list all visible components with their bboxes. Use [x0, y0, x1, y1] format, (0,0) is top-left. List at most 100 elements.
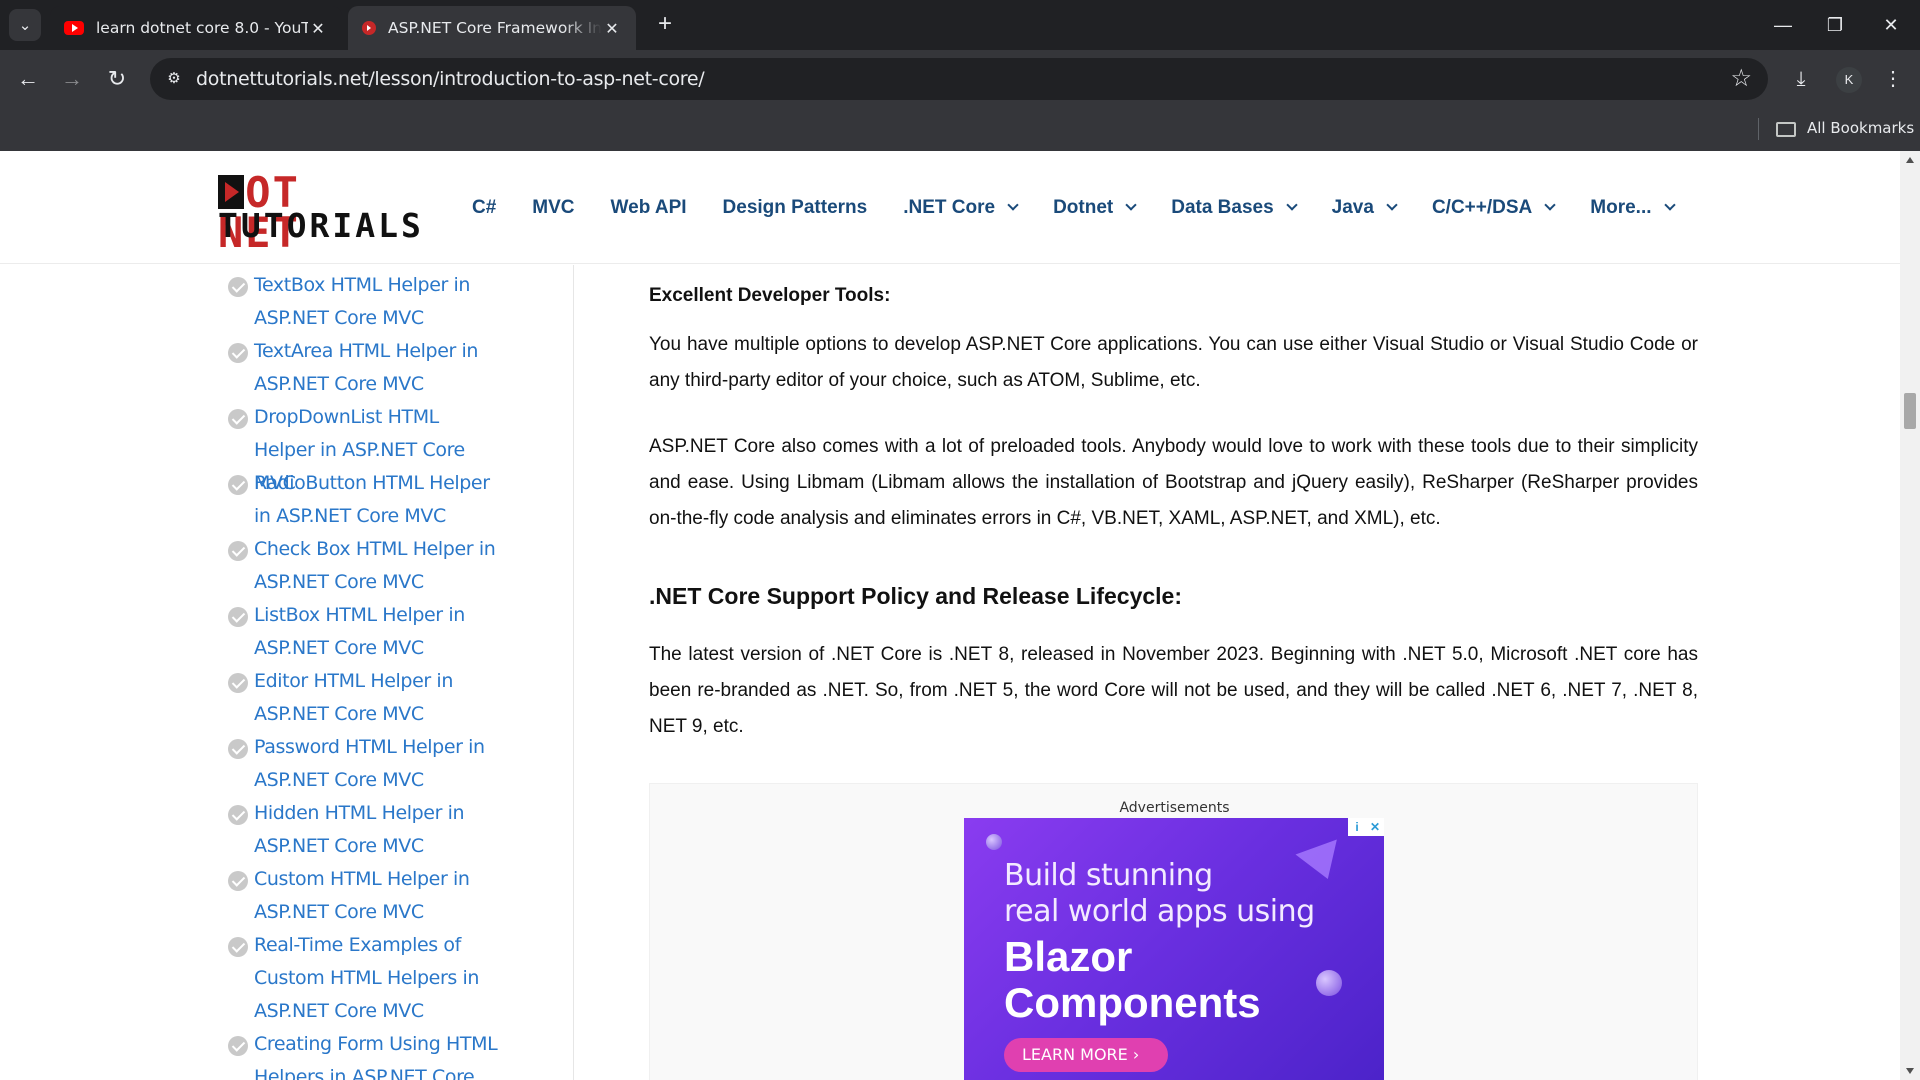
sidebar-lesson-label: Password HTML Helper in ASP.NET Core MVC [254, 736, 485, 791]
bookmarks-bar: All Bookmarks [0, 108, 1920, 151]
lesson-sidebar: TextBox HTML Helper in ASP.NET Core MVC T… [0, 265, 574, 1080]
advertisements-label: Advertisements [1119, 800, 1230, 816]
bookmark-star-icon[interactable]: ☆ [1730, 65, 1752, 93]
all-bookmarks-link[interactable]: All Bookmarks [1807, 119, 1914, 137]
chevron-down-icon [1125, 199, 1137, 211]
ad-info-icon[interactable]: i [1348, 818, 1366, 836]
check-circle-icon [228, 343, 248, 363]
sidebar-lesson-label: TextArea HTML Helper in ASP.NET Core MVC [254, 340, 479, 395]
chevron-down-icon [1007, 199, 1019, 211]
new-tab-button[interactable]: + [652, 12, 678, 38]
nav-net-core[interactable]: .NET Core [903, 197, 1019, 219]
minimize-button[interactable]: — [1770, 12, 1796, 38]
menu-kebab-icon[interactable]: ⋮ [1878, 64, 1908, 94]
blazor-ad-banner[interactable]: Build stunning real world apps using Bla… [964, 818, 1384, 1080]
logo-line2: TUTORIALS [218, 206, 424, 245]
check-circle-icon [228, 937, 248, 957]
ad-product: Blazor Components [1004, 934, 1261, 1026]
ad-line2: real world apps using [1004, 894, 1315, 929]
sidebar-lesson-label: Custom HTML Helper in ASP.NET Core MVC [254, 868, 470, 923]
nav-dotnet[interactable]: Dotnet [1053, 197, 1137, 219]
back-button[interactable]: ← [13, 65, 43, 95]
sidebar-lesson-label: RadioButton HTML Helper in ASP.NET Core … [254, 472, 490, 527]
page-scrollbar[interactable] [1900, 151, 1920, 1080]
decor-orb [1316, 970, 1342, 996]
forward-button[interactable]: → [57, 65, 87, 95]
ad-line1: Build stunning [1004, 858, 1213, 893]
check-circle-icon [228, 607, 248, 627]
youtube-favicon-icon [64, 21, 84, 35]
chevron-down-icon [1286, 199, 1298, 211]
ad-line3: Blazor [1004, 933, 1133, 980]
check-circle-icon [228, 409, 248, 429]
scroll-down-arrow-icon[interactable] [1906, 1068, 1914, 1074]
sidebar-lesson-label: Real-Time Examples of Custom HTML Helper… [254, 934, 480, 1022]
tab-title: learn dotnet core 8.0 - YouTube [96, 19, 308, 37]
nav-web-api[interactable]: Web API [611, 197, 687, 219]
main-nav: C# MVC Web API Design Patterns .NET Core Dotn… [472, 151, 1710, 264]
dotnettutorials-favicon-icon [362, 21, 376, 35]
tools-heading: Excellent Developer Tools: [649, 285, 891, 306]
url-text[interactable]: dotnettutorials.net/lesson/introduction-… [196, 68, 705, 90]
chevron-down-icon [1544, 199, 1556, 211]
site-header: DOT NET TUTORIALS C# MVC Web API Design Pat… [0, 151, 1900, 264]
tab-search-button[interactable]: ⌄ [9, 9, 41, 41]
tab-close-icon[interactable]: ✕ [308, 19, 328, 38]
advertisement-container: Advertisements Build stunning real world… [649, 783, 1698, 1080]
check-circle-icon [228, 871, 248, 891]
site-info-icon[interactable]: ⚙ [162, 67, 186, 91]
web-page: DOT NET TUTORIALS C# MVC Web API Design Pat… [0, 151, 1900, 1080]
learn-more-button[interactable]: LEARN MORE › [1004, 1038, 1168, 1072]
tab-strip: ⌄ learn dotnet core 8.0 - YouTube ✕ ASP.… [0, 0, 1920, 50]
scroll-up-arrow-icon[interactable] [1906, 157, 1914, 163]
tab-youtube[interactable]: learn dotnet core 8.0 - YouTube ✕ [50, 6, 342, 50]
nav-label: MVC [532, 196, 575, 218]
nav-label: Design Patterns [722, 196, 868, 218]
browser-toolbar: ← → ↻ ⚙ dotnettutorials.net/lesson/intro… [0, 50, 1920, 108]
sidebar-lesson-label: Creating Form Using HTML Helpers in ASP.… [254, 1033, 498, 1080]
check-circle-icon [228, 1036, 248, 1056]
sidebar-lesson-label: Check Box HTML Helper in ASP.NET Core MV… [254, 538, 496, 593]
sidebar-lesson-label: Hidden HTML Helper in ASP.NET Core MVC [254, 802, 465, 857]
ad-cta-label: LEARN MORE [1022, 1045, 1128, 1064]
paragraph-latest-version: The latest version of .NET Core is .NET … [649, 644, 1698, 737]
nav-mvc[interactable]: MVC [532, 197, 574, 219]
site-logo[interactable]: DOT NET TUTORIALS [218, 172, 421, 254]
window-close-button[interactable]: ✕ [1878, 12, 1904, 38]
sidebar-lesson-label: Editor HTML Helper in ASP.NET Core MVC [254, 670, 453, 725]
address-bar[interactable]: ⚙ dotnettutorials.net/lesson/introductio… [150, 58, 1768, 100]
tab-title: ASP.NET Core Framework Introduction [388, 19, 602, 37]
nav-c-c-dsa[interactable]: C/C++/DSA [1432, 197, 1556, 219]
scrollbar-thumb[interactable] [1904, 393, 1916, 429]
ad-close-icon[interactable]: ✕ [1366, 818, 1384, 836]
play-icon [218, 175, 244, 209]
check-circle-icon [228, 475, 248, 495]
bookmarks-divider [1758, 118, 1759, 140]
chevron-down-icon [1663, 199, 1676, 211]
sidebar-lesson-label: TextBox HTML Helper in ASP.NET Core MVC [254, 274, 471, 329]
tab-aspnet-core[interactable]: ASP.NET Core Framework Introduction ✕ [348, 6, 636, 50]
nav-data-bases[interactable]: Data Bases [1171, 196, 1298, 219]
sidebar-lesson-label: ListBox HTML Helper in ASP.NET Core MVC [254, 604, 465, 659]
tab-close-icon[interactable]: ✕ [602, 19, 622, 38]
check-circle-icon [228, 673, 248, 693]
nav-label: Web API [610, 196, 687, 218]
paragraph-tools: You have multiple options to develop ASP… [649, 334, 1698, 391]
nav-label: Java [1331, 196, 1374, 218]
reload-button[interactable]: ↻ [102, 65, 132, 95]
nav-c[interactable]: C# [472, 197, 496, 219]
restore-button[interactable]: ❐ [1822, 12, 1848, 38]
download-icon[interactable]: ⤓ [1786, 64, 1816, 94]
ad-headline: Build stunning real world apps using [1004, 858, 1315, 930]
nav-more[interactable]: More... [1590, 197, 1676, 219]
check-circle-icon [228, 277, 248, 297]
folder-icon[interactable] [1776, 122, 1796, 137]
ad-line4: Components [1004, 979, 1261, 1026]
nav-label: C# [472, 196, 497, 218]
check-circle-icon [228, 739, 248, 759]
nav-design-patterns[interactable]: Design Patterns [723, 197, 868, 219]
nav-label: Data Bases [1171, 196, 1274, 218]
nav-java[interactable]: Java [1331, 196, 1398, 219]
check-circle-icon [228, 541, 248, 561]
profile-avatar[interactable]: K [1836, 67, 1862, 93]
